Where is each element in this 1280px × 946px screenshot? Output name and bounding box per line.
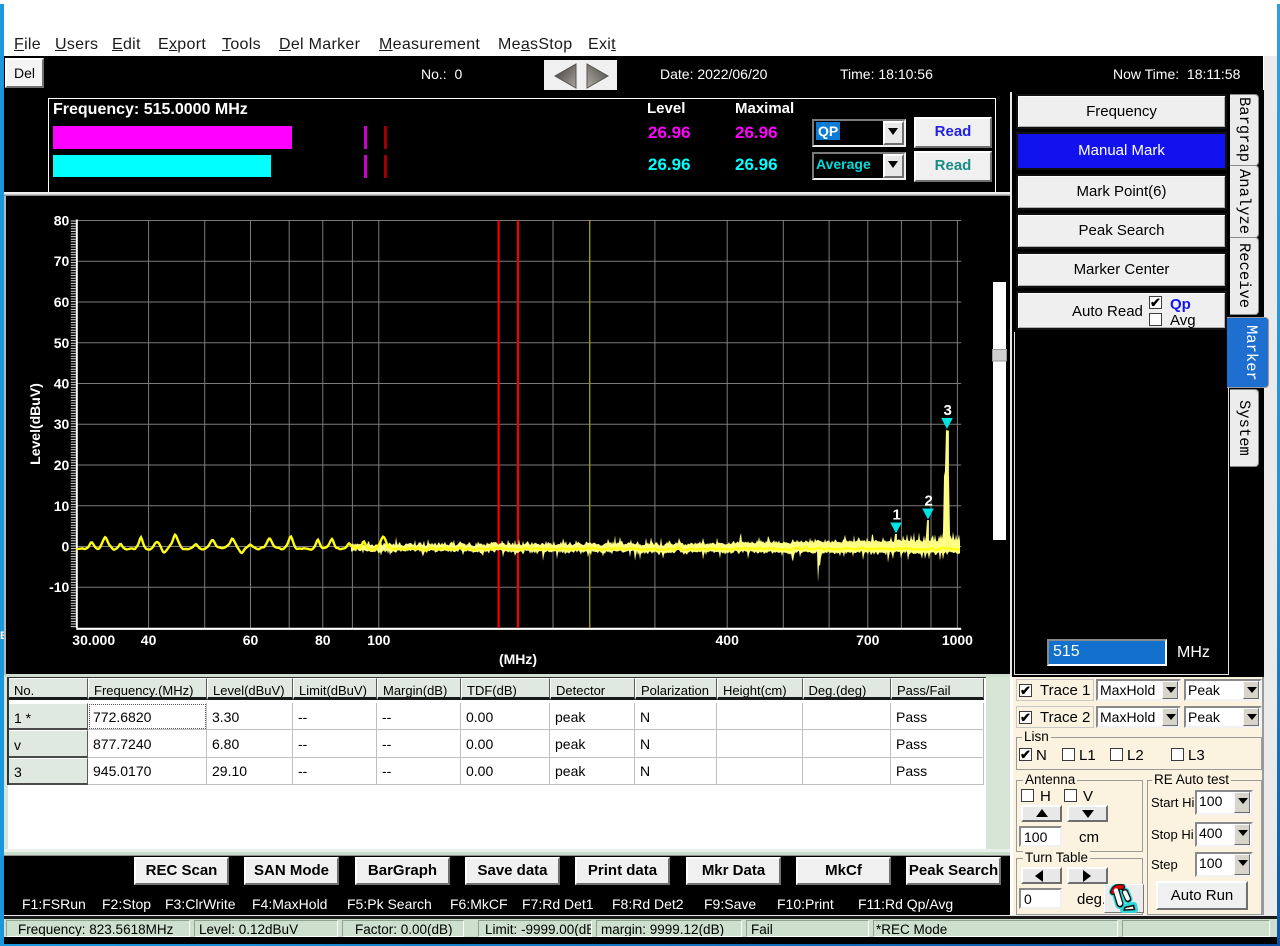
svg-text:20: 20 (54, 457, 70, 473)
svg-text:3: 3 (944, 402, 952, 419)
svg-text:40: 40 (141, 632, 157, 648)
svg-text:2: 2 (925, 493, 933, 510)
svg-text:30: 30 (54, 416, 70, 432)
svg-text:60: 60 (54, 294, 70, 310)
svg-text:Level(dBuV): Level(dBuV) (27, 383, 43, 465)
svg-text:10: 10 (54, 498, 70, 514)
svg-text:70: 70 (54, 253, 70, 269)
svg-text:60: 60 (243, 632, 259, 648)
svg-text:50: 50 (54, 335, 70, 351)
svg-text:0: 0 (62, 539, 70, 555)
svg-text:80: 80 (54, 213, 70, 229)
svg-text:40: 40 (54, 376, 70, 392)
svg-text:1: 1 (893, 507, 901, 524)
svg-text:(MHz): (MHz) (499, 651, 537, 667)
svg-text:-10: -10 (49, 579, 69, 595)
svg-text:1000: 1000 (942, 632, 973, 648)
svg-text:400: 400 (716, 632, 740, 648)
svg-text:100: 100 (367, 632, 391, 648)
svg-text:700: 700 (856, 632, 880, 648)
svg-text:80: 80 (315, 632, 331, 648)
svg-text:30.000: 30.000 (72, 632, 115, 648)
